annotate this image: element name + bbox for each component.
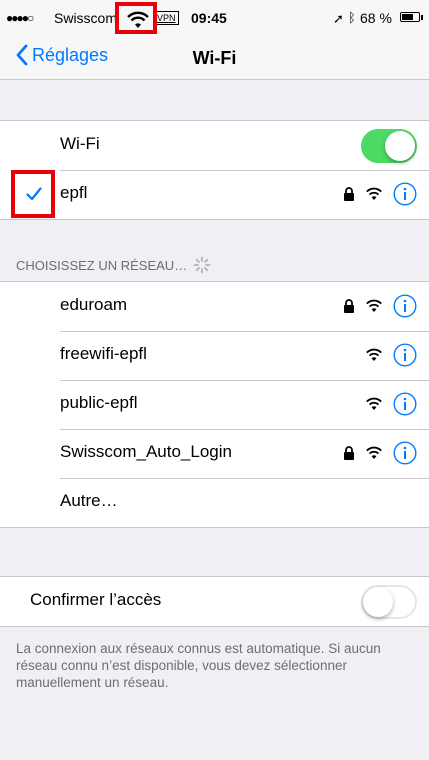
wifi-signal-icon <box>366 187 382 200</box>
navigation-bar: Réglages Wi-Fi <box>0 40 429 80</box>
network-name: public-epfl <box>60 393 138 412</box>
lock-icon <box>344 446 354 460</box>
location-arrow-icon: ➚ <box>333 11 344 26</box>
bluetooth-icon: ᛒ <box>348 10 356 25</box>
ask-to-join-group: Confirmer l’accès <box>0 576 429 627</box>
network-row[interactable]: Swisscom_Auto_Login <box>0 429 429 478</box>
network-name: Swisscom_Auto_Login <box>60 442 232 461</box>
checkmark-highlight <box>11 170 55 218</box>
connected-network-name: epfl <box>60 183 88 202</box>
battery-fill <box>402 14 413 20</box>
wifi-status-highlight <box>115 2 157 34</box>
connected-network-row[interactable]: epfl <box>0 170 429 219</box>
network-icons <box>343 441 417 465</box>
network-name: eduroam <box>60 295 128 314</box>
info-icon[interactable] <box>393 182 417 206</box>
ask-to-join-row: Confirmer l’accès <box>0 577 429 626</box>
battery-percent: 68 % <box>360 10 392 26</box>
wifi-signal-icon <box>366 446 382 459</box>
wifi-signal-icon <box>366 299 382 312</box>
clock: 09:45 <box>191 10 227 26</box>
wifi-signal-icon <box>366 348 382 361</box>
wifi-signal-icon <box>366 397 382 410</box>
info-icon[interactable] <box>393 294 417 318</box>
wifi-settings-screen: ●●●●○ Swisscom VPN 09:45 ➚ ᛒ 68 % Réglag… <box>0 0 429 760</box>
wifi-group: Wi-Fi epfl <box>0 120 429 220</box>
wifi-toggle-label: Wi-Fi <box>60 134 100 153</box>
carrier-name: Swisscom <box>54 10 118 26</box>
status-bar: ●●●●○ Swisscom VPN 09:45 ➚ ᛒ 68 % <box>0 0 429 40</box>
network-icons <box>365 392 417 416</box>
toggle-knob <box>363 587 393 617</box>
info-icon[interactable] <box>393 392 417 416</box>
available-networks-group: eduroam freewifi-epfl public-epfl Swissc… <box>0 281 429 528</box>
info-icon[interactable] <box>393 441 417 465</box>
network-row[interactable]: eduroam <box>0 282 429 331</box>
lock-icon <box>344 299 354 313</box>
choose-network-label: CHOISISSEZ UN RÉSEAU… <box>16 257 188 273</box>
lock-icon <box>344 187 354 201</box>
info-icon[interactable] <box>393 343 417 367</box>
ask-to-join-switch[interactable] <box>361 585 417 619</box>
ask-to-join-label: Confirmer l’accès <box>30 590 162 609</box>
battery-icon <box>400 12 423 22</box>
network-icons <box>343 294 417 318</box>
other-network-row[interactable]: Autre… <box>0 478 429 527</box>
choose-network-header: CHOISISSEZ UN RÉSEAU… <box>16 256 211 274</box>
network-icons <box>365 343 417 367</box>
page-title: Wi-Fi <box>192 48 237 68</box>
network-row[interactable]: freewifi-epfl <box>0 331 429 380</box>
wifi-toggle-row: Wi-Fi <box>0 121 429 170</box>
network-row[interactable]: public-epfl <box>0 380 429 429</box>
network-name: freewifi-epfl <box>60 344 147 363</box>
ask-to-join-description: La connexion aux réseaux connus est auto… <box>16 641 381 690</box>
vpn-badge: VPN <box>154 11 179 25</box>
loading-spinner-icon <box>193 256 211 274</box>
other-network-label: Autre… <box>60 491 118 510</box>
signal-strength: ●●●●○ <box>6 11 34 25</box>
wifi-toggle-switch[interactable] <box>361 129 417 163</box>
network-icons <box>343 182 417 206</box>
toggle-knob <box>385 131 415 161</box>
